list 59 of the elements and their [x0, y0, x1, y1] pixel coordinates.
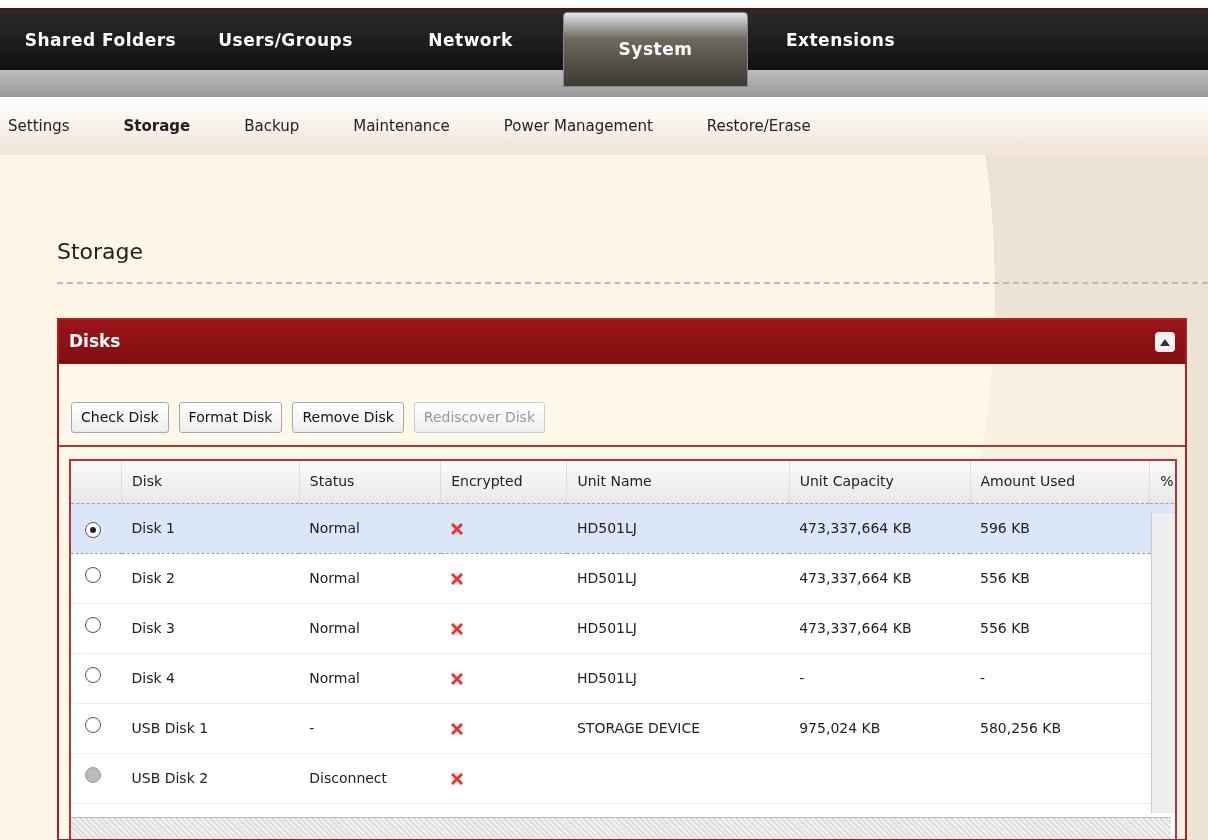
- table-cell: USB Disk 1: [131, 719, 209, 736]
- table-cell: 556 KB: [980, 569, 1030, 586]
- page-title: Storage: [57, 235, 1208, 284]
- nav-tab[interactable]: Users/Groups: [193, 10, 378, 72]
- table-cell: 473,337,664 KB: [799, 519, 912, 536]
- table-cell: HD501LJ: [576, 619, 637, 636]
- table-cell: 473,337,664 KB: [799, 619, 912, 636]
- collapse-button[interactable]: [1155, 332, 1175, 352]
- sub-tab[interactable]: Maintenance: [326, 114, 477, 138]
- table-cell: -: [980, 669, 986, 686]
- column-header[interactable]: Encrypted: [440, 461, 567, 503]
- sub-tab[interactable]: Backup: [217, 114, 327, 138]
- toolbar-button[interactable]: Check Disk: [71, 402, 169, 433]
- table-cell: HD501LJ: [576, 669, 637, 686]
- table-cell: Disk 4: [131, 669, 175, 686]
- table-cell: 596 KB: [980, 519, 1030, 536]
- table-cell: -: [309, 719, 315, 736]
- table-cell: HD501LJ: [576, 569, 637, 586]
- nav-tab[interactable]: Extensions: [748, 10, 933, 72]
- table-cell: Normal: [309, 519, 360, 536]
- table-cell: Disk 2: [131, 569, 175, 586]
- sub-tab[interactable]: Settings: [0, 114, 97, 138]
- column-header[interactable]: Unit Name: [566, 461, 790, 503]
- table-cell: 580,256 KB: [980, 719, 1062, 736]
- toolbar-button[interactable]: Format Disk: [178, 402, 283, 433]
- table-cell: Disk 3: [131, 619, 175, 636]
- column-header[interactable]: Status: [299, 461, 441, 503]
- table-cell: Normal: [309, 669, 360, 686]
- radio-button[interactable]: [85, 521, 101, 538]
- toolbar-button[interactable]: Remove Disk: [292, 402, 404, 433]
- column-header[interactable]: Disk: [121, 461, 300, 503]
- table-cell: Disk 1: [131, 519, 175, 536]
- sub-tab[interactable]: Restore/Erase: [679, 114, 838, 138]
- collapse-icon: [1160, 338, 1170, 346]
- table-cell: HD501LJ: [576, 519, 637, 536]
- table-cell: -: [799, 669, 805, 686]
- table-cell: Normal: [309, 569, 360, 586]
- sub-tab[interactable]: Power Management: [476, 114, 680, 138]
- nav-tab[interactable]: Shared Folders: [8, 10, 193, 72]
- radio-button[interactable]: [85, 667, 101, 683]
- table-cell: 556 KB: [980, 619, 1030, 636]
- table-cell: Normal: [309, 619, 360, 636]
- sub-tab[interactable]: Storage: [96, 114, 218, 138]
- radio-button[interactable]: [85, 617, 101, 633]
- nav-tab[interactable]: System: [563, 12, 748, 87]
- radio-button[interactable]: [85, 567, 101, 583]
- column-header[interactable]: Amount Used: [970, 461, 1150, 503]
- radio-button[interactable]: [85, 717, 101, 733]
- column-header[interactable]: %: [1149, 461, 1175, 503]
- horizontal-scrollbar[interactable]: [71, 817, 1171, 839]
- table-cell: STORAGE DEVICE: [576, 719, 700, 736]
- table-cell: 975,024 KB: [799, 719, 881, 736]
- column-header[interactable]: Unit Capacity: [789, 461, 970, 503]
- nav-tab[interactable]: Network: [378, 10, 563, 72]
- table-cell: Disconnect: [309, 769, 388, 786]
- panel-title: Disks: [69, 330, 121, 354]
- vertical-scrollbar[interactable]: [1151, 513, 1175, 813]
- table-cell: 473,337,664 KB: [799, 569, 912, 586]
- table-cell: USB Disk 2: [131, 769, 209, 786]
